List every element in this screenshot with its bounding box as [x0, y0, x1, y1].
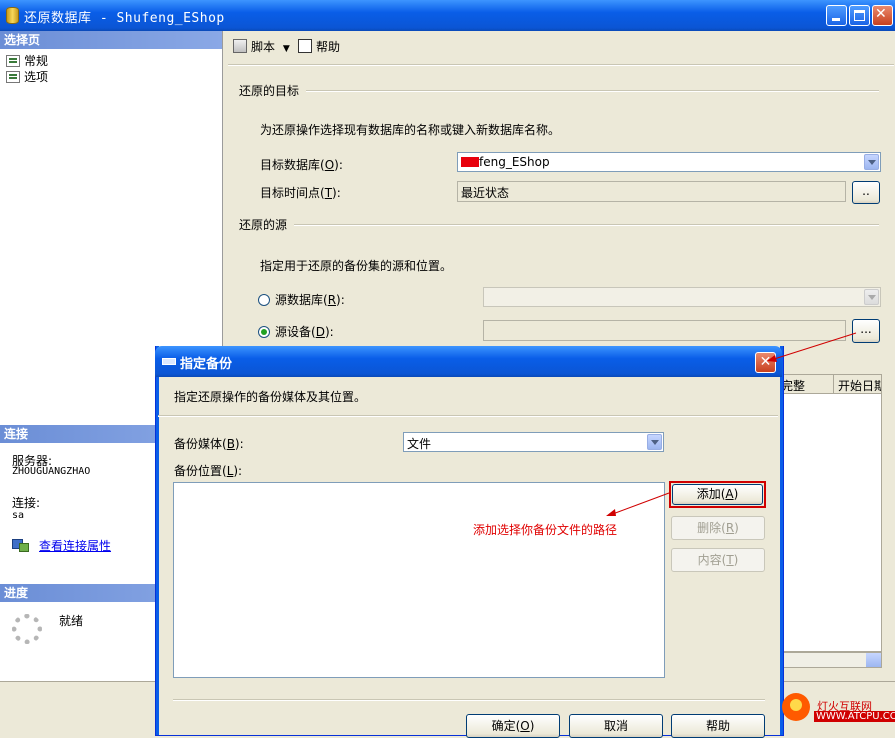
- dialog-footer-divider: [173, 699, 765, 701]
- dialog-help-button[interactable]: 帮助: [671, 714, 765, 738]
- cancel-button[interactable]: 取消: [569, 714, 663, 738]
- annotation-arrows: [606, 332, 857, 516]
- ok-button[interactable]: 确定(O): [466, 714, 560, 738]
- watermark-logo-icon: [782, 693, 810, 721]
- watermark-line2: WWW.ATCPU.COM: [814, 711, 895, 722]
